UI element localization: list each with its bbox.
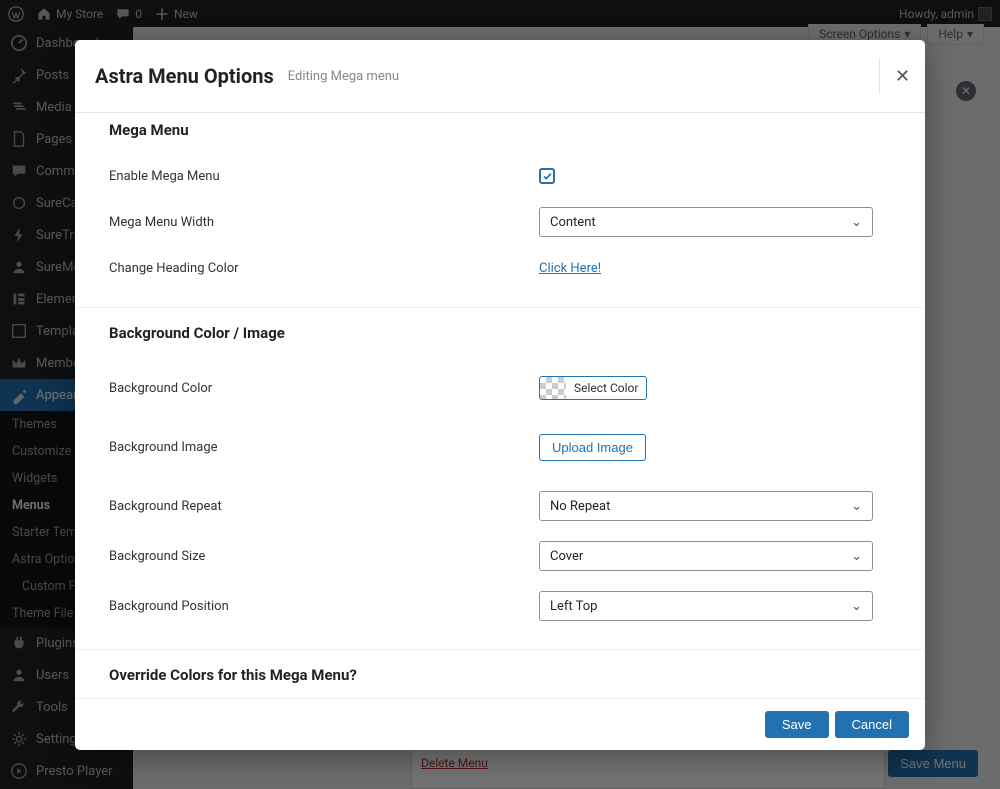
- enable-mega-menu-checkbox[interactable]: [539, 168, 555, 184]
- enable-mega-menu-label: Enable Mega Menu: [109, 169, 539, 184]
- chevron-down-icon: ⌄: [851, 599, 862, 614]
- modal-body: Mega Menu Enable Mega Menu Mega Menu Wid…: [75, 113, 925, 698]
- select-value: Content: [550, 215, 596, 230]
- section-mega-menu: Mega Menu Enable Mega Menu Mega Menu Wid…: [75, 113, 925, 308]
- bg-color-picker[interactable]: Select Color: [539, 376, 647, 400]
- cancel-button[interactable]: Cancel: [835, 711, 909, 738]
- bg-position-select[interactable]: Left Top ⌄: [539, 591, 873, 621]
- mega-menu-width-select[interactable]: Content ⌄: [539, 207, 873, 237]
- change-heading-color-label: Change Heading Color: [109, 261, 539, 276]
- bg-image-label: Background Image: [109, 440, 539, 455]
- save-button[interactable]: Save: [765, 711, 829, 738]
- modal-footer: Save Cancel: [75, 698, 925, 750]
- mega-menu-width-label: Mega Menu Width: [109, 215, 539, 230]
- bg-repeat-label: Background Repeat: [109, 499, 539, 514]
- chevron-down-icon: ⌄: [851, 499, 862, 514]
- select-value: Cover: [550, 549, 583, 564]
- change-heading-color-link[interactable]: Click Here!: [539, 261, 601, 276]
- upload-image-button[interactable]: Upload Image: [539, 434, 646, 461]
- bg-repeat-select[interactable]: No Repeat ⌄: [539, 491, 873, 521]
- section-background: Background Color / Image Background Colo…: [75, 308, 925, 650]
- select-color-label: Select Color: [566, 381, 646, 395]
- section-title-mega: Mega Menu: [109, 121, 891, 139]
- chevron-down-icon: ⌄: [851, 215, 862, 230]
- section-title-override: Override Colors for this Mega Menu?: [109, 666, 891, 684]
- section-override-colors: Override Colors for this Mega Menu?: [75, 650, 925, 698]
- bg-size-label: Background Size: [109, 549, 539, 564]
- section-title-background: Background Color / Image: [109, 324, 891, 342]
- modal-close-button[interactable]: ✕: [879, 58, 915, 94]
- astra-menu-options-modal: Astra Menu Options Editing Mega menu ✕ M…: [75, 40, 925, 750]
- bg-position-label: Background Position: [109, 599, 539, 614]
- transparent-swatch-icon: [540, 377, 566, 399]
- check-icon: [542, 171, 553, 182]
- modal-subtitle: Editing Mega menu: [288, 69, 399, 84]
- select-value: Left Top: [550, 599, 597, 614]
- select-value: No Repeat: [550, 499, 610, 514]
- modal-header: Astra Menu Options Editing Mega menu ✕: [75, 40, 925, 113]
- chevron-down-icon: ⌄: [851, 549, 862, 564]
- bg-size-select[interactable]: Cover ⌄: [539, 541, 873, 571]
- modal-title: Astra Menu Options: [95, 64, 274, 88]
- bg-color-label: Background Color: [109, 381, 539, 396]
